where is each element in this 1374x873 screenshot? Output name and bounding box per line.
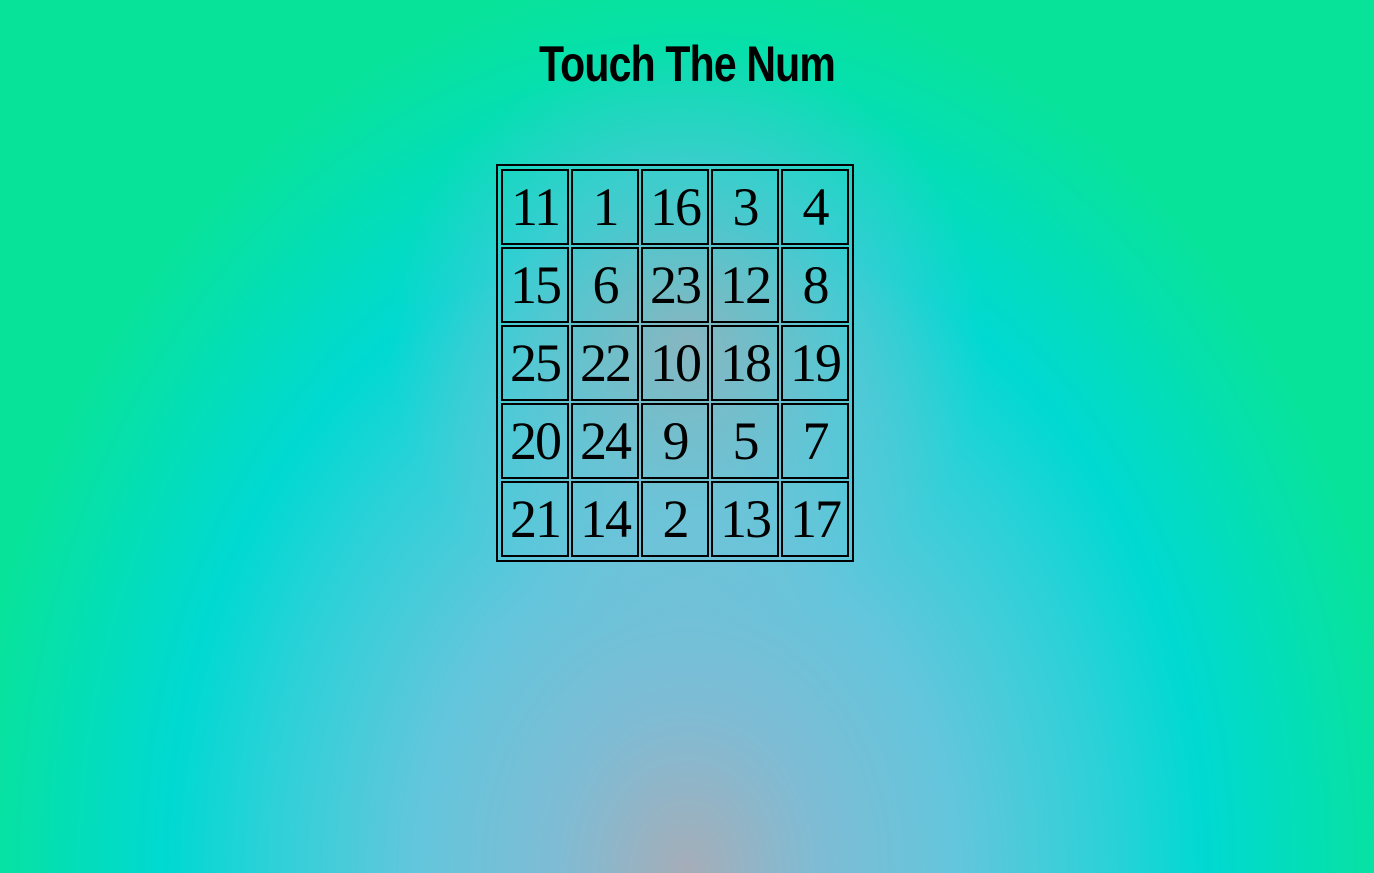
number-cell[interactable]: 5 xyxy=(711,403,779,479)
number-cell[interactable]: 3 xyxy=(711,169,779,245)
number-cell[interactable]: 23 xyxy=(641,247,709,323)
number-cell[interactable]: 13 xyxy=(711,481,779,557)
number-cell[interactable]: 20 xyxy=(501,403,569,479)
grid-row: 20 24 9 5 7 xyxy=(501,403,849,479)
grid-row: 25 22 10 18 19 xyxy=(501,325,849,401)
number-cell[interactable]: 7 xyxy=(781,403,849,479)
number-cell[interactable]: 4 xyxy=(781,169,849,245)
number-cell[interactable]: 19 xyxy=(781,325,849,401)
number-cell[interactable]: 9 xyxy=(641,403,709,479)
grid-row: 11 1 16 3 4 xyxy=(501,169,849,245)
number-cell[interactable]: 21 xyxy=(501,481,569,557)
number-cell[interactable]: 14 xyxy=(571,481,639,557)
number-cell[interactable]: 25 xyxy=(501,325,569,401)
number-cell[interactable]: 22 xyxy=(571,325,639,401)
number-cell[interactable]: 16 xyxy=(641,169,709,245)
number-cell[interactable]: 18 xyxy=(711,325,779,401)
grid-row: 21 14 2 13 17 xyxy=(501,481,849,557)
number-cell[interactable]: 8 xyxy=(781,247,849,323)
number-cell[interactable]: 17 xyxy=(781,481,849,557)
number-cell[interactable]: 2 xyxy=(641,481,709,557)
number-grid-body: 11 1 16 3 4 15 6 23 12 8 25 22 10 18 19 20 24 9 5 7 21 14 2 13 1… xyxy=(501,169,849,557)
number-cell[interactable]: 1 xyxy=(571,169,639,245)
page-title: Touch The Num xyxy=(538,36,836,92)
number-cell[interactable]: 12 xyxy=(711,247,779,323)
number-cell[interactable]: 24 xyxy=(571,403,639,479)
number-cell[interactable]: 11 xyxy=(501,169,569,245)
number-grid: 11 1 16 3 4 15 6 23 12 8 25 22 10 18 19 20 24 9 5 7 21 14 2 13 1… xyxy=(496,164,854,562)
number-cell[interactable]: 10 xyxy=(641,325,709,401)
grid-row: 15 6 23 12 8 xyxy=(501,247,849,323)
number-cell[interactable]: 15 xyxy=(501,247,569,323)
number-cell[interactable]: 6 xyxy=(571,247,639,323)
